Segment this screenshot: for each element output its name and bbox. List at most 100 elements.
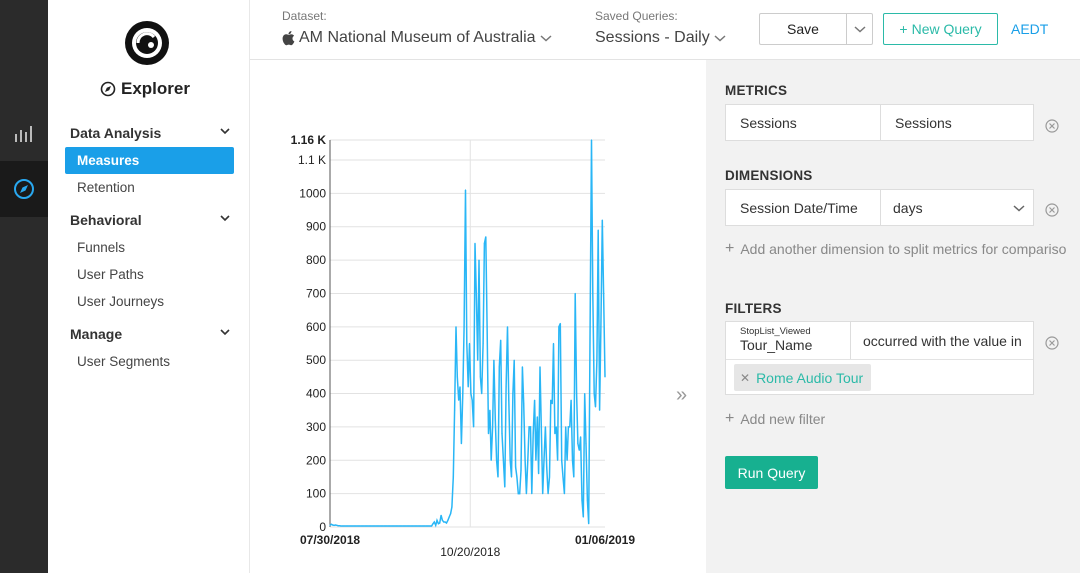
data-point (536, 416, 538, 418)
run-query-button[interactable]: Run Query (725, 456, 818, 489)
nav-item-retention[interactable]: Retention (77, 180, 135, 195)
compass-icon (100, 81, 116, 97)
data-point (398, 525, 400, 527)
data-point (586, 499, 588, 501)
nav-item-user-journeys[interactable]: User Journeys (77, 294, 164, 309)
metric-aggregation-select[interactable]: Sessions (881, 105, 1035, 140)
section-label: Data Analysis (70, 125, 162, 141)
x-axis-ticks: 07/30/2018 10/20/2018 01/06/2019 (300, 533, 635, 559)
data-point (509, 459, 511, 461)
data-point (399, 525, 401, 527)
dataset-select[interactable]: AM National Museum of Australia (282, 29, 552, 47)
data-point (359, 525, 361, 527)
filter-property-select[interactable]: StopList_Viewed Tour_Name (726, 322, 850, 359)
data-point (432, 523, 434, 525)
chevron-down-icon (220, 128, 230, 135)
data-point (356, 525, 358, 527)
dimension-row: Session Date/Time days (725, 189, 1034, 226)
apple-icon (282, 31, 295, 46)
data-point (462, 393, 464, 395)
add-dimension-link[interactable]: + Add another dimension to split metrics… (725, 240, 1066, 258)
data-point (455, 326, 457, 328)
section-manage[interactable]: Manage (70, 326, 230, 342)
new-query-button[interactable]: + New Query (883, 13, 998, 45)
data-point (425, 525, 427, 527)
data-point (562, 476, 564, 478)
data-point (372, 525, 374, 527)
data-point (450, 513, 452, 515)
data-point (578, 449, 580, 451)
data-point (477, 359, 479, 361)
top-bar: Dataset: AM National Museum of Australia… (250, 0, 1080, 60)
data-point (494, 419, 496, 421)
data-point (566, 459, 568, 461)
remove-dimension-icon[interactable] (1045, 203, 1059, 217)
data-point (538, 473, 540, 475)
data-point (394, 525, 396, 527)
metric-select[interactable]: Sessions (726, 105, 880, 140)
data-point (413, 525, 415, 527)
data-point (418, 525, 420, 527)
save-button[interactable]: Save (759, 13, 846, 45)
remove-metric-icon[interactable] (1045, 119, 1059, 133)
data-point (344, 525, 346, 527)
data-point (440, 514, 442, 516)
sidebar: Explorer Data Analysis Measures Retentio… (48, 0, 250, 573)
timezone-link[interactable]: AEDT (1011, 21, 1048, 37)
remove-tag-icon[interactable]: ✕ (740, 371, 750, 385)
explorer-rail-button[interactable] (0, 161, 48, 217)
data-point (501, 433, 503, 435)
section-label: Manage (70, 326, 123, 342)
dataset-label: Dataset: (282, 9, 327, 23)
new-query-label: New Query (911, 21, 982, 37)
data-point (585, 443, 587, 445)
expand-panel-icon[interactable]: » (676, 384, 687, 407)
nav-item-funnels[interactable]: Funnels (77, 240, 125, 255)
data-point (397, 525, 399, 527)
data-point (513, 359, 515, 361)
plus-icon: + (899, 21, 908, 37)
data-point (504, 486, 506, 488)
chart-grid (330, 139, 605, 528)
section-data-analysis[interactable]: Data Analysis (70, 125, 230, 141)
data-point (389, 525, 391, 527)
data-point (474, 242, 476, 244)
saved-queries-select[interactable]: Sessions - Daily (595, 29, 726, 47)
data-point (332, 524, 334, 526)
filter-values: ✕ Rome Audio Tour (726, 359, 1033, 395)
data-point (593, 393, 595, 395)
data-point (466, 342, 468, 345)
add-filter-link[interactable]: + Add new filter (725, 410, 825, 428)
nav-item-user-paths[interactable]: User Paths (77, 267, 144, 282)
nav-item-measures[interactable]: Measures (65, 147, 234, 174)
y-tick-label: 200 (306, 453, 326, 467)
data-point (470, 393, 472, 395)
data-point (368, 525, 370, 527)
data-point (353, 525, 355, 527)
analytics-rail-button[interactable] (0, 105, 48, 161)
data-point (361, 525, 364, 527)
data-point (371, 525, 373, 527)
data-point (486, 326, 488, 328)
filter-operator-select[interactable]: occurred with the value in (851, 322, 1033, 359)
data-point (590, 139, 593, 141)
data-point (443, 521, 445, 523)
dimension-select[interactable]: Session Date/Time (726, 190, 880, 225)
granularity-select[interactable]: days (881, 190, 1035, 225)
data-point (478, 259, 480, 261)
y-tick-label: 100 (306, 487, 326, 501)
data-point (395, 525, 397, 527)
data-point (577, 443, 579, 445)
data-point (600, 326, 602, 328)
x-tick-label: 01/06/2019 (575, 533, 635, 547)
data-point (366, 525, 368, 527)
save-options-button[interactable] (846, 13, 873, 45)
remove-filter-icon[interactable] (1045, 336, 1059, 350)
data-point (408, 525, 410, 527)
saved-query-value: Sessions - Daily (595, 29, 710, 46)
nav-item-user-segments[interactable]: User Segments (77, 354, 170, 369)
data-point (519, 493, 521, 495)
data-point (523, 403, 525, 405)
section-behavioral[interactable]: Behavioral (70, 212, 230, 228)
plus-icon: + (725, 240, 735, 257)
